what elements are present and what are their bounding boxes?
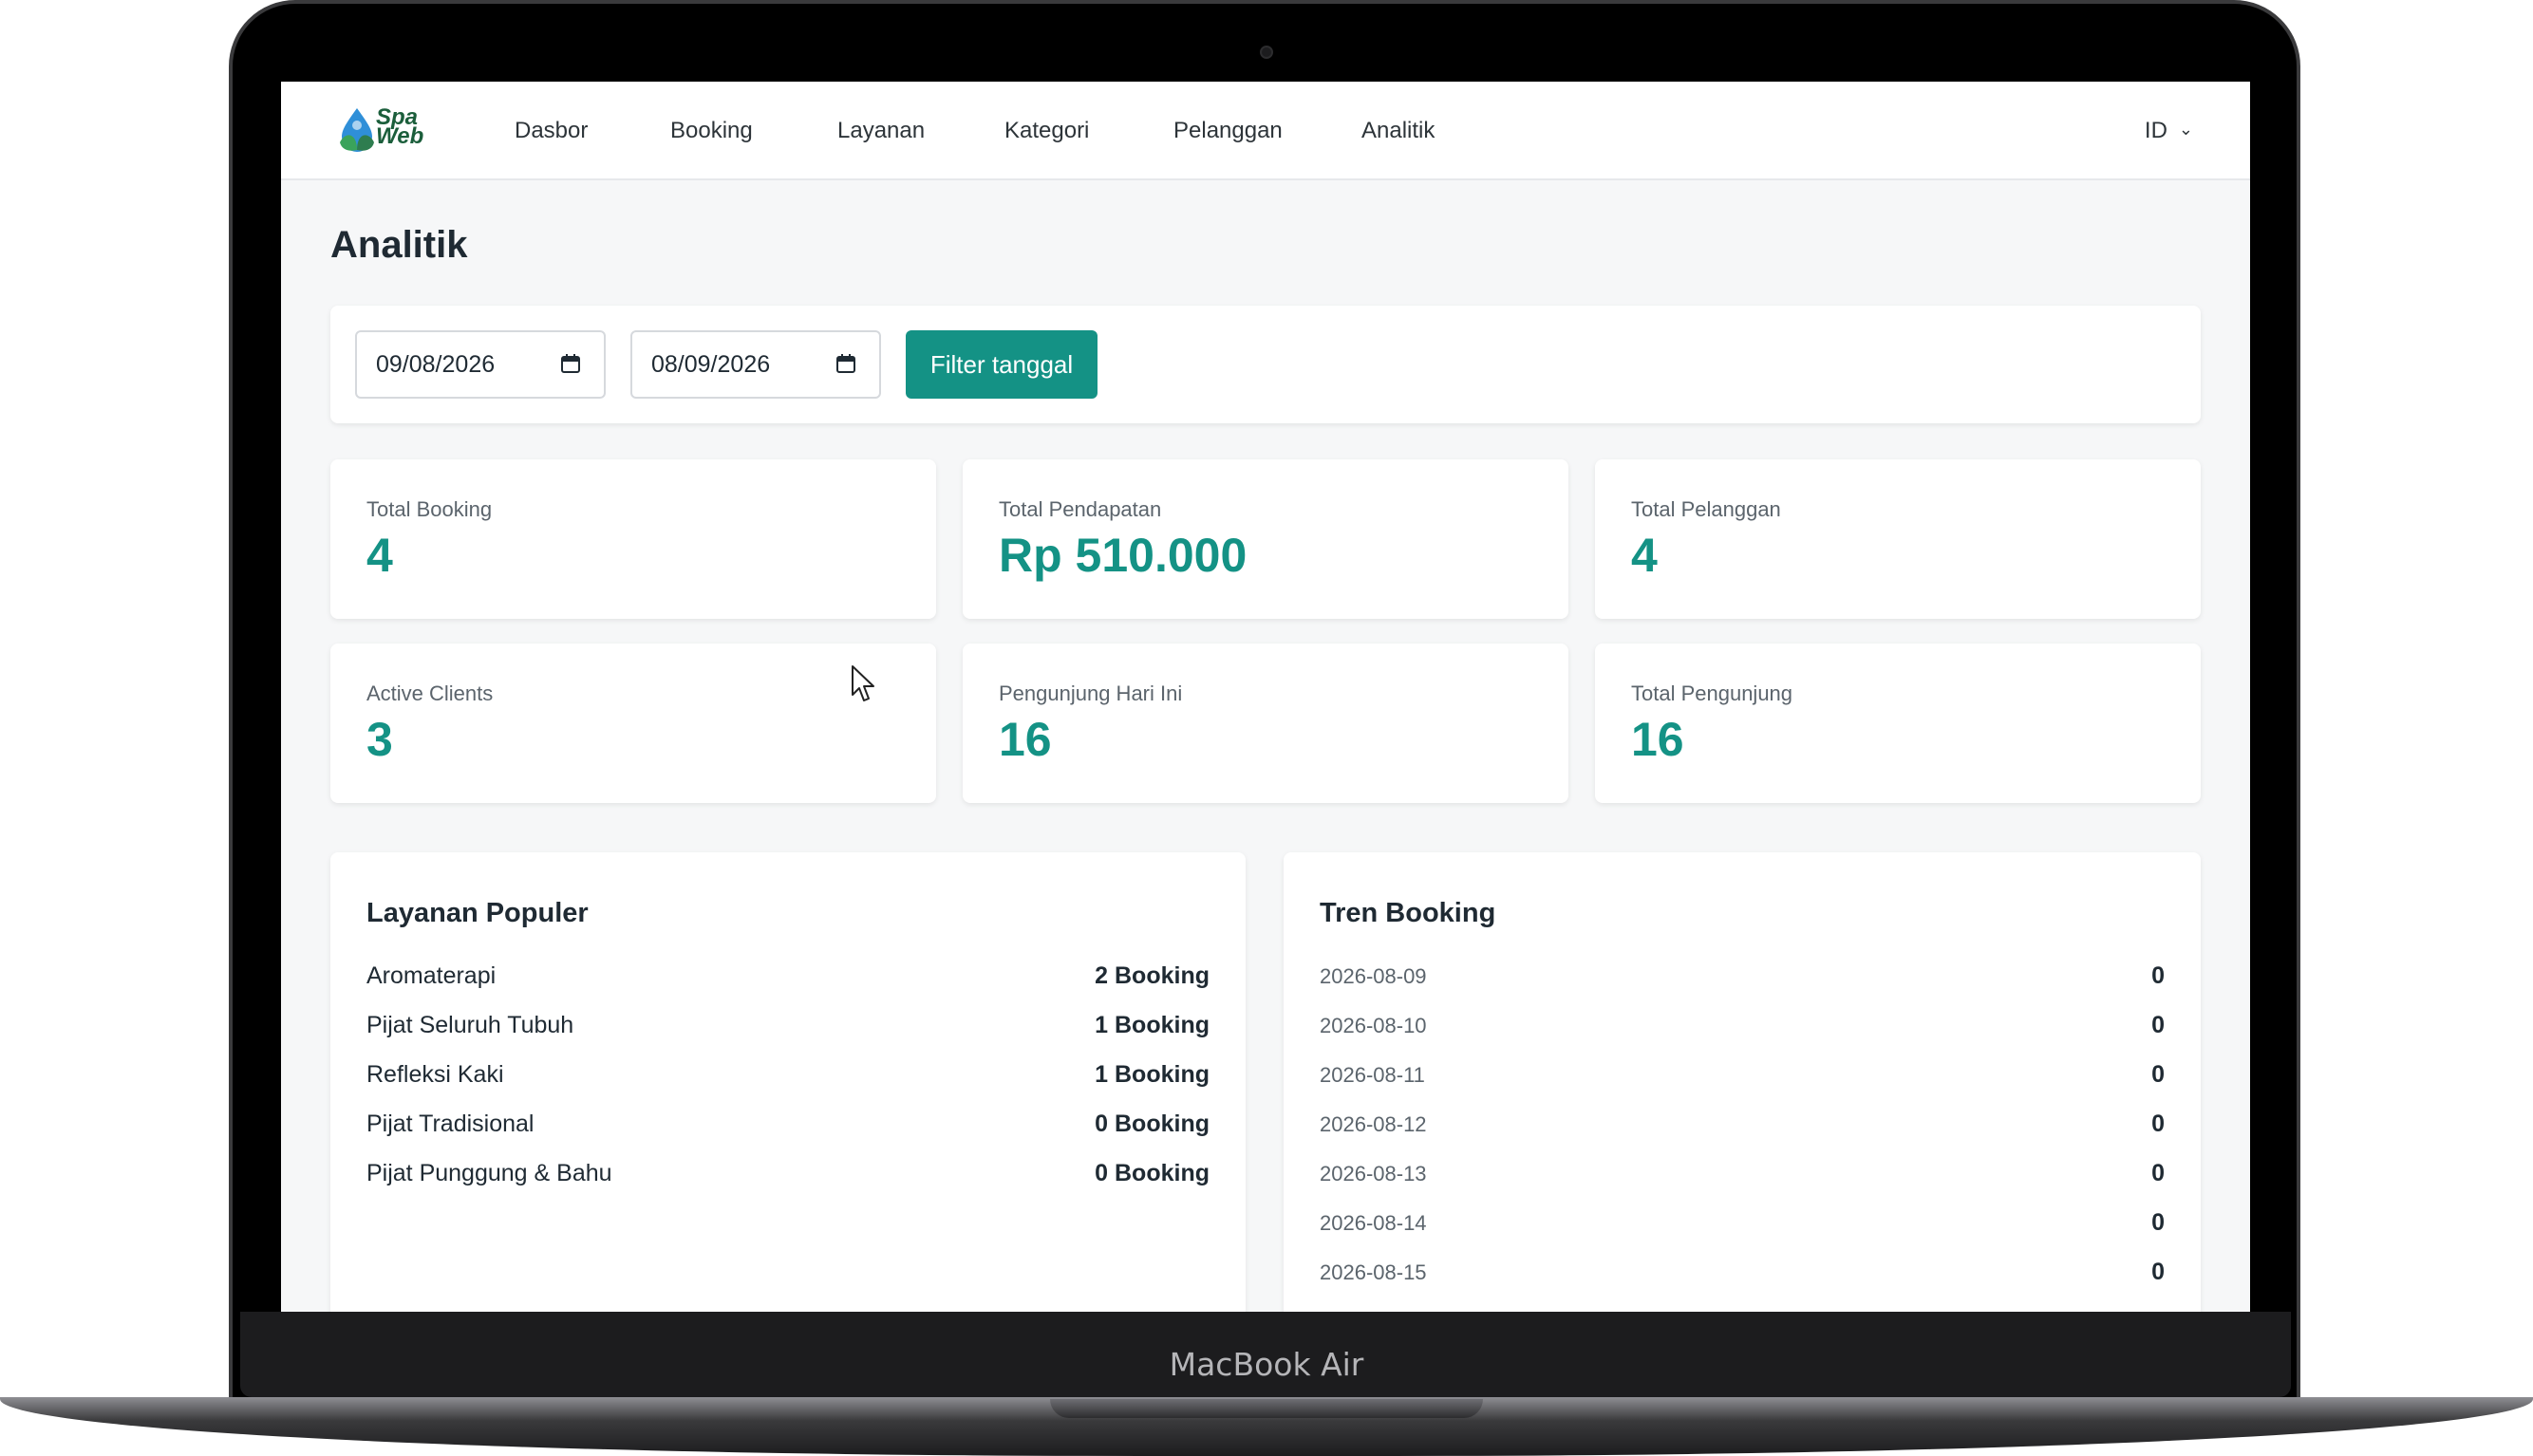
stat-card-visitors-today: Pengunjung Hari Ini 16 [963,644,1568,803]
trend-date: 2026-08-11 [1320,1063,1425,1087]
panel-title: Tren Booking [1320,898,1496,928]
stat-label: Active Clients [366,681,494,705]
stat-label: Pengunjung Hari Ini [999,681,1183,705]
list-item: 2026-08-14 0 [1320,1209,2165,1247]
nav-booking[interactable]: Booking [670,118,753,144]
service-name: Pijat Tradisional [366,1111,535,1137]
list-item: Pijat Seluruh Tubuh 1 Booking [366,1012,1210,1050]
end-date-value: 08/09/2026 [651,351,771,378]
stat-label: Total Booking [366,497,493,521]
trend-date: 2026-08-12 [1320,1112,1427,1136]
stat-label: Total Pelanggan [1631,497,1781,521]
page-title: Analitik [330,224,468,266]
stat-value: 4 [1631,529,1658,582]
list-item: 2026-08-11 0 [1320,1061,2165,1099]
top-navbar: Spa Web Dasbor Booking Layanan Kategori … [281,82,2250,180]
logo-line-2: Web [376,123,424,149]
nav-analitik[interactable]: Analitik [1361,118,1435,144]
list-item: 2026-08-12 0 [1320,1111,2165,1148]
service-name: Aromaterapi [366,962,497,989]
trend-date: 2026-08-15 [1320,1260,1427,1284]
list-item: Aromaterapi 2 Booking [366,962,1210,1000]
trend-count: 0 [2151,1012,2165,1038]
trend-count: 0 [2151,1160,2165,1186]
list-item: Refleksi Kaki 1 Booking [366,1061,1210,1099]
nav-layanan[interactable]: Layanan [837,118,925,144]
list-item: 2026-08-09 0 [1320,962,2165,1000]
trend-count: 0 [2151,1111,2165,1137]
calendar-icon[interactable] [560,353,581,374]
date-filter-card: 09/08/2026 08/09/2026 Filter tanggal [330,306,2201,423]
stat-label: Total Pengunjung [1631,681,1793,705]
chevron-down-icon: ⌄ [2178,120,2193,139]
trend-count: 0 [2151,1259,2165,1285]
trend-count: 0 [2151,1209,2165,1236]
stat-card-total-revenue: Total Pendapatan Rp 510.000 [963,459,1568,619]
filter-date-button[interactable]: Filter tanggal [906,330,1098,399]
stat-card-active-clients: Active Clients 3 [330,644,936,803]
browser-screen: Spa Web Dasbor Booking Layanan Kategori … [281,82,2250,1312]
trend-date: 2026-08-09 [1320,964,1427,988]
stat-value: 3 [366,713,393,766]
stat-value: 16 [999,713,1052,766]
end-date-input[interactable]: 08/09/2026 [630,330,881,399]
start-date-input[interactable]: 09/08/2026 [355,330,606,399]
logo-wordmark: Spa Web [376,106,424,149]
calendar-icon[interactable] [835,353,856,374]
mouse-cursor-icon [852,665,874,701]
list-item: 2026-08-13 0 [1320,1160,2165,1198]
trend-date: 2026-08-13 [1320,1162,1427,1185]
service-name: Pijat Seluruh Tubuh [366,1012,574,1038]
stat-card-total-visitors: Total Pengunjung 16 [1595,644,2201,803]
service-name: Pijat Punggung & Bahu [366,1160,612,1186]
nav-dasbor[interactable]: Dasbor [515,118,588,144]
nav-pelanggan[interactable]: Pelanggan [1173,118,1283,144]
service-count: 2 Booking [1095,962,1210,989]
trend-count: 0 [2151,1061,2165,1088]
trend-date: 2026-08-10 [1320,1014,1427,1037]
start-date-value: 09/08/2026 [376,351,496,378]
language-select[interactable]: ID ⌄ [2145,118,2193,144]
service-count: 0 Booking [1095,1111,1210,1137]
device-label: MacBook Air [1169,1346,1364,1383]
laptop-notch [1050,1399,1483,1418]
stat-value: 16 [1631,713,1684,766]
language-value: ID [2144,118,2167,143]
nav-kategori[interactable]: Kategori [1004,118,1089,144]
trend-date: 2026-08-14 [1320,1211,1427,1235]
list-item: Pijat Tradisional 0 Booking [366,1111,1210,1148]
list-item: 2026-08-15 0 [1320,1259,2165,1297]
stat-card-total-booking: Total Booking 4 [330,459,936,619]
list-item: 2026-08-10 0 [1320,1012,2165,1050]
booking-trend-panel: Tren Booking 2026-08-09 0 2026-08-10 0 2… [1284,852,2201,1312]
stat-value: Rp 510.000 [999,529,1248,582]
stat-value: 4 [366,529,393,582]
service-count: 1 Booking [1095,1012,1210,1038]
stat-label: Total Pendapatan [999,497,1162,521]
panel-title: Layanan Populer [366,898,589,928]
service-count: 1 Booking [1095,1061,1210,1088]
service-name: Refleksi Kaki [366,1061,504,1088]
popular-services-panel: Layanan Populer Aromaterapi 2 Booking Pi… [330,852,1246,1312]
service-count: 0 Booking [1095,1160,1210,1186]
trend-count: 0 [2151,962,2165,989]
list-item: Pijat Punggung & Bahu 0 Booking [366,1160,1210,1198]
stat-card-total-customers: Total Pelanggan 4 [1595,459,2201,619]
camera-icon [1260,46,1273,59]
